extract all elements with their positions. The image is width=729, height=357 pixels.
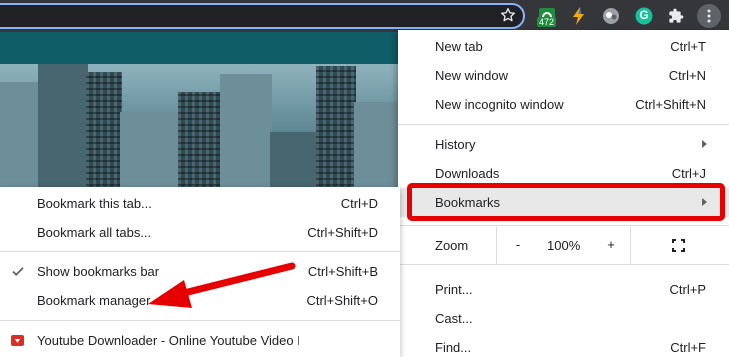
- menu-item-label: Downloads: [435, 166, 500, 181]
- menu-item-label: Show bookmarks bar: [37, 264, 160, 279]
- menu-divider: [398, 264, 729, 265]
- menu-item-label: Youtube Downloader - Online Youtube Vide…: [37, 333, 299, 348]
- menu-item-shortcut: Ctrl+J: [671, 166, 706, 181]
- download-favicon-icon: [11, 335, 24, 346]
- menu-item-cast[interactable]: Cast...: [398, 304, 729, 333]
- menu-item-label: Bookmark manager: [37, 293, 151, 308]
- menu-item-shortcut: Ctrl+Shift+B: [307, 264, 378, 279]
- menu-item-label: New incognito window: [435, 97, 564, 112]
- fullscreen-icon[interactable]: [672, 239, 685, 252]
- extension-badge: 472: [537, 17, 557, 27]
- profile-extension-icon[interactable]: [600, 5, 622, 27]
- menu-item-find[interactable]: Find... Ctrl+F: [398, 333, 729, 357]
- zoom-out-button[interactable]: -: [511, 237, 525, 252]
- menu-item-label: Cast...: [435, 311, 473, 326]
- submenu-item-bookmark-manager[interactable]: Bookmark manager Ctrl+Shift+O: [0, 286, 400, 315]
- menu-item-new-window[interactable]: New window Ctrl+N: [398, 61, 729, 90]
- menu-divider: [398, 225, 729, 226]
- menu-item-new-incognito-window[interactable]: New incognito window Ctrl+Shift+N: [398, 90, 729, 119]
- grammarly-icon[interactable]: G: [633, 5, 655, 27]
- zoom-control: - 100% +: [496, 227, 631, 264]
- menu-item-label: Bookmark this tab...: [37, 196, 152, 211]
- address-bar[interactable]: [0, 3, 525, 29]
- menu-item-label: Bookmark all tabs...: [37, 225, 152, 240]
- menu-divider: [0, 251, 400, 252]
- kebab-menu-icon[interactable]: [697, 4, 721, 28]
- menu-item-label: Find...: [435, 340, 472, 355]
- menu-item-shortcut: Ctrl+T: [670, 39, 706, 54]
- submenu-item-show-bookmarks-bar[interactable]: Show bookmarks bar Ctrl+Shift+B: [0, 257, 400, 286]
- lightning-extension-icon[interactable]: [568, 5, 590, 27]
- zoom-in-button[interactable]: +: [604, 237, 618, 252]
- menu-item-shortcut: Ctrl+F: [670, 340, 706, 355]
- menu-item-shortcut: Ctrl+Shift+N: [635, 97, 706, 112]
- bookmarks-highlight-box: [407, 183, 725, 221]
- menu-divider: [398, 124, 729, 125]
- city-hero-image: [0, 64, 400, 192]
- menu-item-new-tab[interactable]: New tab Ctrl+T: [398, 32, 729, 61]
- menu-item-label: New tab: [435, 39, 483, 54]
- menu-item-shortcut: Ctrl+P: [669, 282, 706, 297]
- zoom-label: Zoom: [435, 238, 469, 253]
- zoom-level: 100%: [547, 238, 581, 253]
- bookmark-item-youtube-downloader[interactable]: Youtube Downloader - Online Youtube Vide…: [0, 326, 400, 355]
- menu-item-shortcut: Ctrl+Shift+O: [306, 293, 378, 308]
- menu-item-print[interactable]: Print... Ctrl+P: [398, 275, 729, 304]
- menu-item-label: New window: [435, 68, 508, 83]
- submenu-arrow-icon: [702, 140, 707, 148]
- menu-item-label: Print...: [435, 282, 473, 297]
- menu-item-shortcut: Ctrl+N: [668, 68, 706, 83]
- bookmarks-submenu: Bookmark this tab... Ctrl+D Bookmark all…: [0, 187, 400, 357]
- menu-item-shortcut: Ctrl+D: [340, 196, 378, 211]
- checkmark-icon: [11, 264, 25, 278]
- zoom-row: Zoom - 100% +: [398, 227, 729, 264]
- grammarly-glyph: G: [639, 8, 649, 22]
- submenu-item-bookmark-all-tabs[interactable]: Bookmark all tabs... Ctrl+Shift+D: [0, 218, 400, 247]
- browser-toolbar: 472 G: [0, 0, 729, 32]
- menu-item-history[interactable]: History: [398, 130, 729, 159]
- bookmark-star-icon[interactable]: [497, 4, 519, 26]
- puzzle-extensions-icon[interactable]: [665, 5, 687, 27]
- menu-item-label: History: [435, 137, 476, 152]
- menu-divider: [0, 320, 400, 321]
- menu-item-shortcut: Ctrl+Shift+D: [307, 225, 378, 240]
- submenu-item-bookmark-this-tab[interactable]: Bookmark this tab... Ctrl+D: [0, 189, 400, 218]
